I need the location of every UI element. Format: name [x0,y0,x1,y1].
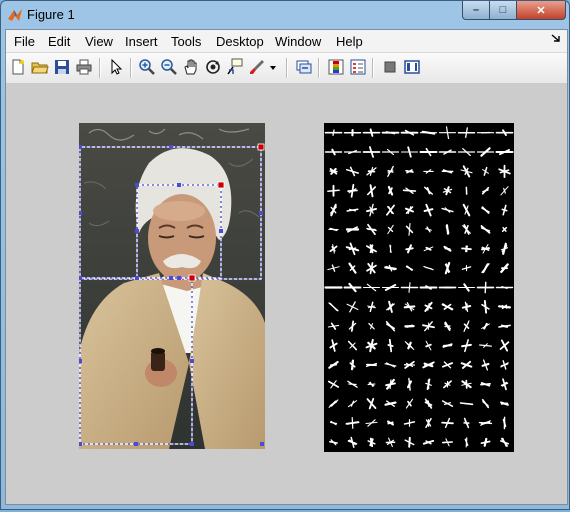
close-button[interactable]: ✕ [516,1,566,20]
minimize-icon: – [472,4,480,16]
menu-file[interactable]: File [14,34,35,49]
zoom-out-icon [161,59,177,75]
link-plot-button[interactable] [294,57,314,77]
maximize-icon: □ [499,4,507,16]
close-icon: ✕ [536,4,546,17]
hog-stroke [461,343,472,348]
hog-stroke [500,402,509,405]
hog-stroke [329,363,338,367]
menu-bar: File Edit View Insert Tools Desktop Wind… [6,30,567,52]
hog-stroke [480,382,491,386]
menu-insert[interactable]: Insert [125,34,158,49]
menu-window[interactable]: Window [275,34,321,49]
hog-stroke [444,325,451,328]
legend-button[interactable] [348,57,368,77]
hide-plot-tools-icon [384,61,396,73]
hog-stroke [402,189,417,192]
rotate-3d-icon [206,60,220,74]
dock-arrow-icon[interactable] [551,33,561,43]
toolbar-separator [318,58,320,78]
show-plot-tools-icon [404,60,420,74]
edit-plot-arrow-icon [111,58,123,75]
open-file-icon [31,62,49,74]
link-plot-icon [296,60,312,74]
colorbar-button[interactable] [326,57,346,77]
new-figure-button[interactable] [8,57,28,77]
title-bar[interactable]: Figure 1 – □ ✕ [1,1,569,29]
rotate-3d-button[interactable] [203,57,223,77]
show-plot-tools-button[interactable] [402,57,422,77]
toolbar-separator [99,58,101,78]
menu-tools[interactable]: Tools [171,34,201,49]
data-cursor-button[interactable] [225,57,245,77]
hog-stroke [387,344,394,347]
photo-axes[interactable] [79,123,265,449]
pan-button[interactable] [181,57,201,77]
menu-edit[interactable]: Edit [48,34,70,49]
minimize-button[interactable]: – [462,1,490,20]
hide-plot-tools-button[interactable] [380,57,400,77]
menu-view[interactable]: View [85,34,113,49]
window-title: Figure 1 [27,7,75,22]
edit-plot-button[interactable] [106,57,126,77]
save-icon [55,60,69,74]
figure-toolbar [6,52,567,84]
client-area: File Edit View Insert Tools Desktop Wind… [5,29,568,505]
matlab-logo-icon [8,9,22,21]
hog-stroke [500,324,509,328]
hog-stroke [405,324,414,328]
save-button[interactable] [52,57,72,77]
brush-dropdown-icon [270,66,276,70]
toolbar-separator [286,58,288,78]
new-figure-icon [12,59,24,75]
brush-button[interactable] [247,57,267,77]
data-cursor-icon [227,58,243,75]
colorbar-icon [328,59,344,75]
hog-feature-axes[interactable] [324,123,514,452]
hog-stroke [348,383,357,386]
hog-stroke [483,300,488,314]
open-file-button[interactable] [30,57,50,77]
hog-stroke [484,281,487,294]
zoom-in-icon [139,59,155,75]
figure-canvas[interactable] [6,83,567,504]
pan-hand-icon [184,59,197,75]
figure-window: Figure 1 – □ ✕ File Edit View Insert Too… [0,0,570,510]
toolbar-separator [130,58,132,78]
hog-stroke [369,437,374,448]
bounding-box-overlay [79,143,265,446]
zoom-out-button[interactable] [159,57,179,77]
brush-icon [250,60,264,74]
menu-help[interactable]: Help [336,34,363,49]
hog-stroke [461,247,472,251]
hog-stroke [408,436,411,448]
toolbar-separator [372,58,374,78]
print-icon [76,59,92,75]
zoom-in-button[interactable] [137,57,157,77]
maximize-button[interactable]: □ [489,1,517,20]
hog-stroke [347,189,358,192]
brush-dropdown-button[interactable] [268,57,278,77]
hog-stroke [351,417,354,429]
menu-desktop[interactable]: Desktop [216,34,264,49]
hog-stroke [445,224,450,235]
print-button[interactable] [74,57,94,77]
legend-icon [350,59,366,75]
